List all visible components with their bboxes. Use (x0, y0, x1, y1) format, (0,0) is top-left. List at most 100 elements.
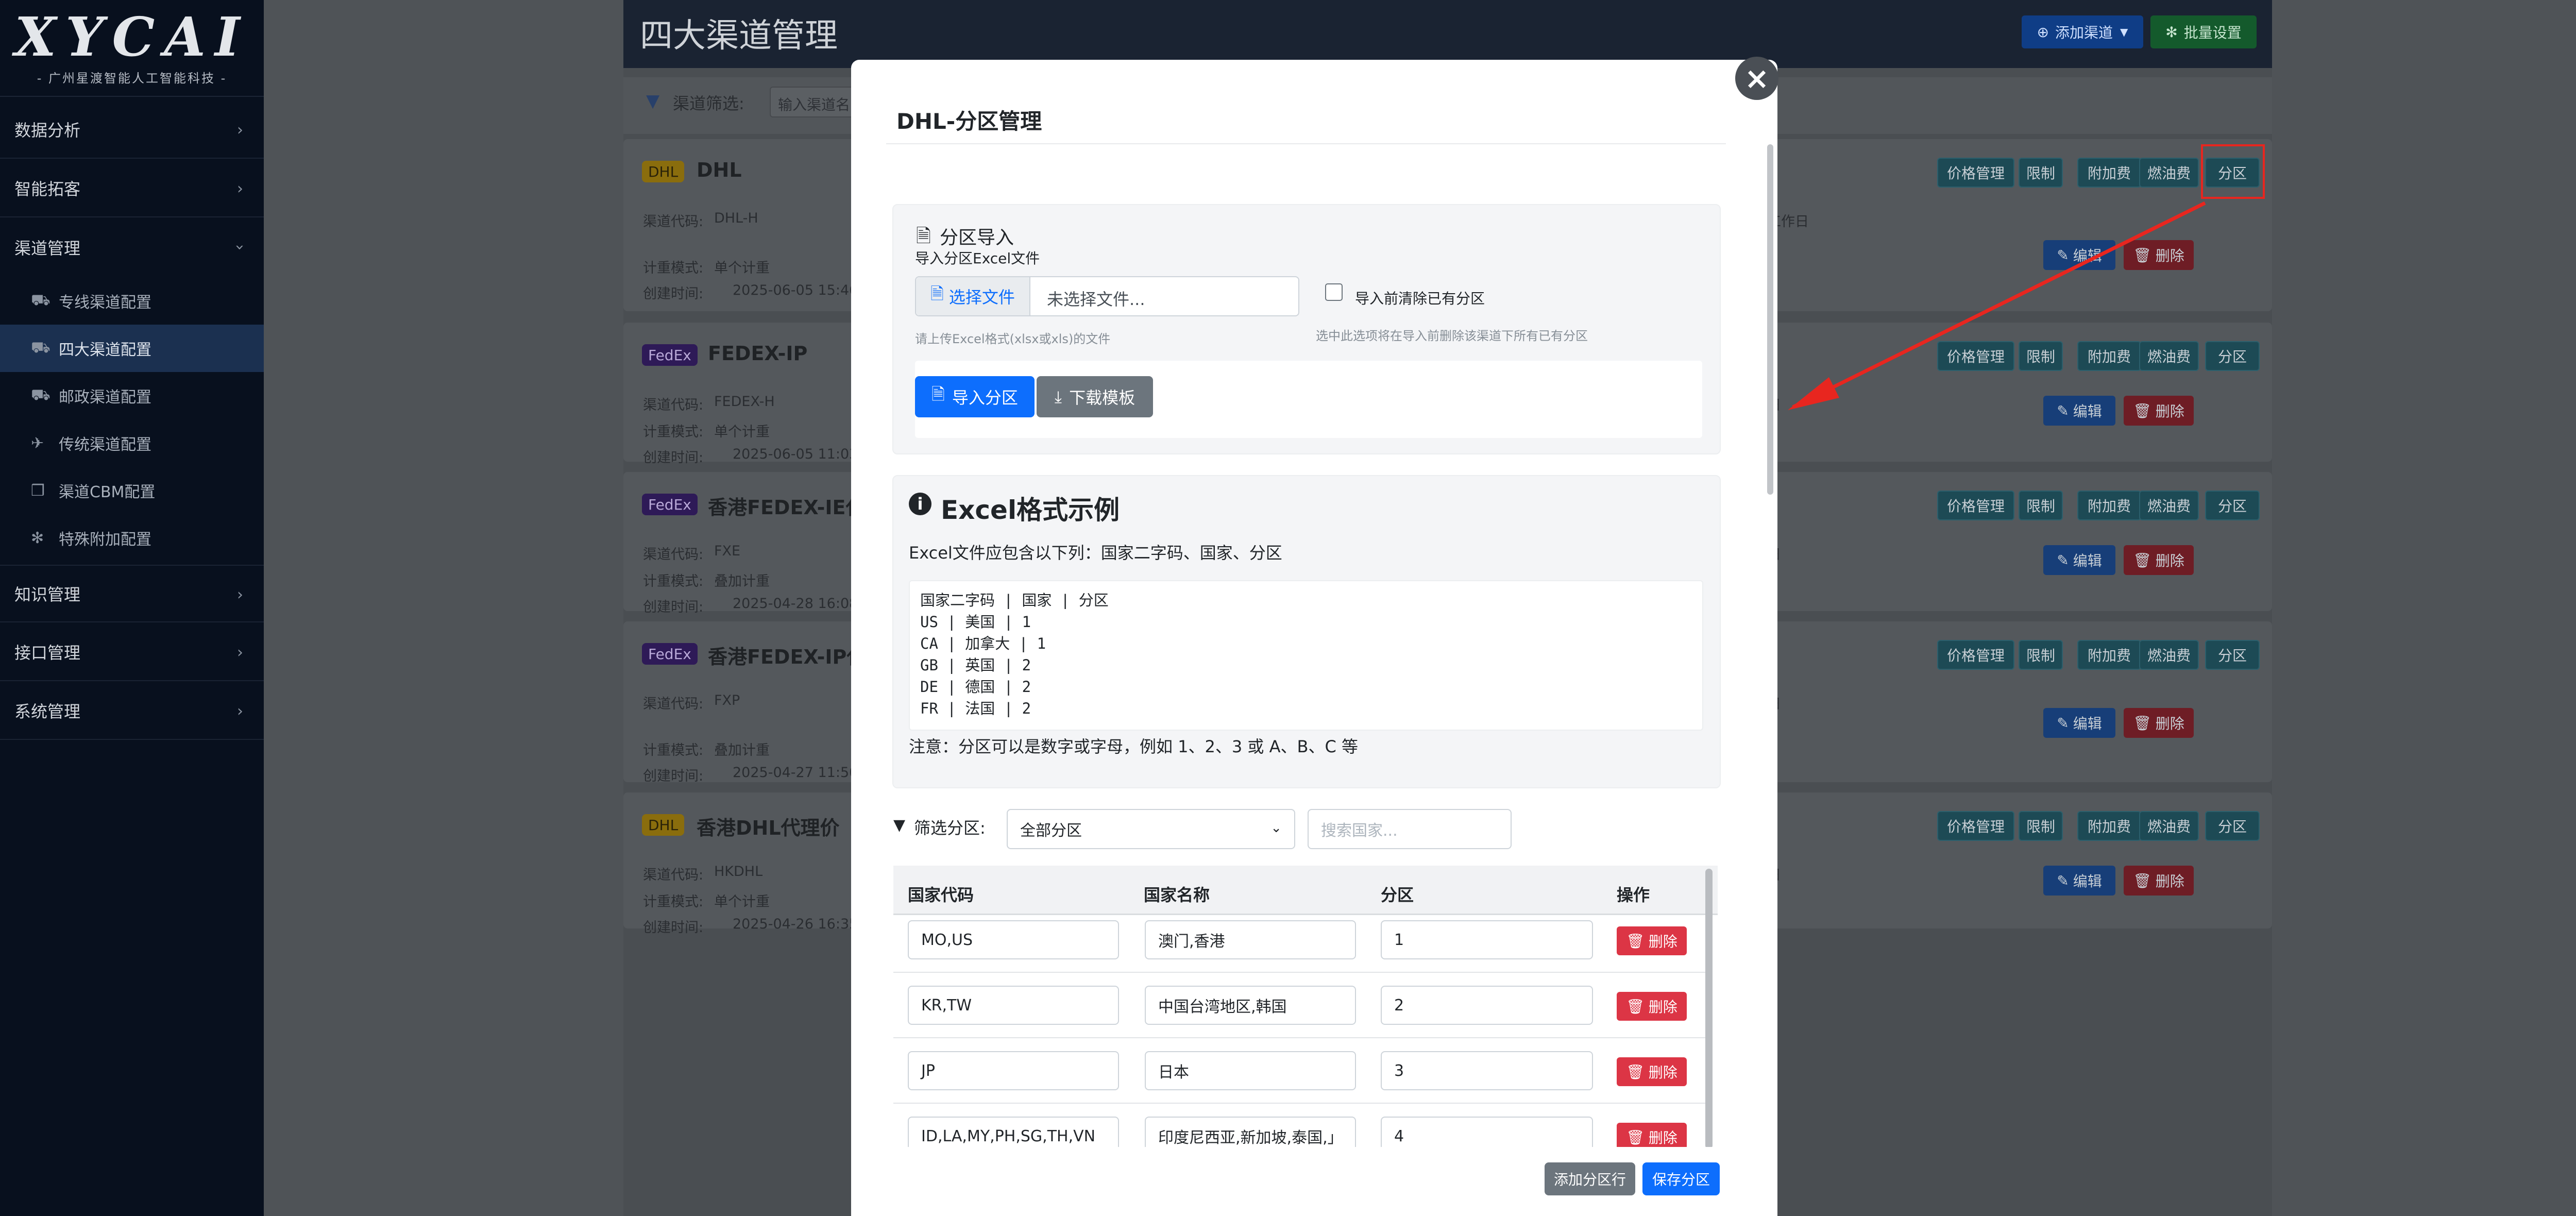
truck-icon: ⛟ (31, 291, 50, 309)
nav-channel-management[interactable]: 渠道管理 › (0, 218, 264, 276)
zone-input[interactable]: 1 (1381, 920, 1593, 959)
weight-mode: 叠加计重 (714, 573, 770, 589)
nav-label: 知识管理 (14, 585, 81, 604)
close-button[interactable]: × (1735, 57, 1778, 100)
limit-button[interactable]: 限制 (2019, 811, 2063, 841)
example-line: 国家二字码 | 国家 | 分区 (920, 592, 1109, 609)
zone-button[interactable]: 分区 (2205, 491, 2260, 520)
edit-button[interactable]: ✎ 编辑 (2043, 866, 2115, 896)
zone-button[interactable]: 分区 (2205, 640, 2260, 670)
nav-big-four-channel[interactable]: ⛟ 四大渠道配置 (0, 325, 264, 372)
delete-row-button[interactable]: 🗑 删除 (1617, 926, 1687, 955)
zone-button[interactable]: 分区 (2205, 811, 2260, 841)
nav-knowledge-management[interactable]: 知识管理 › (0, 565, 264, 622)
file-help-text: 请上传Excel格式(xlsx或xls)的文件 (915, 332, 1111, 346)
nav-smart-prospecting[interactable]: 智能拓客 › (0, 160, 264, 217)
example-line: GB | 英国 | 2 (920, 656, 1031, 674)
surcharge-button[interactable]: 附加费 (2077, 640, 2141, 670)
price-button[interactable]: 价格管理 (1937, 158, 2014, 188)
delete-row-button[interactable]: 🗑 删除 (1617, 1057, 1687, 1086)
nav-traditional-channel[interactable]: ✈ 传统渠道配置 (0, 419, 264, 467)
choose-file-label: 选择文件 (948, 288, 1015, 307)
weight-mode: 单个计重 (714, 894, 770, 910)
country-code-input[interactable]: JP (908, 1051, 1119, 1090)
zone-input[interactable]: 3 (1381, 1051, 1593, 1090)
limit-label: 限制 (2026, 818, 2055, 835)
surcharge-button[interactable]: 附加费 (2077, 158, 2141, 188)
fuel-label: 燃油费 (2147, 647, 2191, 664)
channel-filter-input[interactable]: 输入渠道名 (770, 87, 862, 117)
chevron-right-icon: › (237, 643, 243, 662)
logo: XYCAI (14, 5, 249, 69)
nav-data-analysis[interactable]: 数据分析 › (0, 101, 264, 159)
fuel-button[interactable]: 燃油费 (2139, 158, 2199, 188)
chevron-right-icon: › (237, 585, 243, 604)
edit-button[interactable]: ✎ 编辑 (2043, 545, 2115, 575)
country-name-input[interactable]: 中国台湾地区,韩国 (1145, 986, 1356, 1025)
limit-label: 限制 (2026, 165, 2055, 182)
download-template-button[interactable]: ⤓ 下载模板 (1037, 376, 1153, 417)
limit-button[interactable]: 限制 (2019, 491, 2063, 520)
choose-file-button[interactable]: 🗎 选择文件 (916, 277, 1030, 315)
carrier-badge: DHL (642, 814, 685, 836)
nav-dedicated-channel[interactable]: ⛟ 专线渠道配置 (0, 277, 264, 325)
zone-input[interactable]: 2 (1381, 986, 1593, 1025)
zone-value: 4 (1394, 1127, 1404, 1145)
country-code-input[interactable]: MO,US (908, 920, 1119, 959)
nav-api-management[interactable]: 接口管理 › (0, 623, 264, 681)
delete-button[interactable]: 🗑 删除 (2124, 708, 2194, 738)
fuel-button[interactable]: 燃油费 (2139, 491, 2199, 520)
chevron-right-icon: › (237, 179, 243, 198)
table-scrollbar[interactable] (1705, 869, 1713, 1149)
fuel-button[interactable]: 燃油费 (2139, 811, 2199, 841)
carrier-badge: FedEx (642, 344, 698, 366)
logo-area: XYCAI - 广州星渡智能人工智能科技 - (0, 0, 264, 97)
add-zone-row-button[interactable]: 添加分区行 (1545, 1162, 1635, 1195)
surcharge-label: 附加费 (2087, 647, 2131, 664)
import-subtitle: 导入分区Excel文件 (915, 250, 1040, 267)
fuel-label: 燃油费 (2147, 818, 2191, 835)
limit-button[interactable]: 限制 (2019, 158, 2063, 188)
channel-name: FEDEX-IP (708, 342, 808, 365)
country-name-input[interactable]: 澳门,香港 (1145, 920, 1356, 959)
edit-icon: ✎ (2057, 872, 2069, 889)
country-code-input[interactable]: KR,TW (908, 986, 1119, 1025)
surcharge-label: 附加费 (2087, 498, 2131, 515)
fuel-button[interactable]: 燃油费 (2139, 640, 2199, 670)
surcharge-button[interactable]: 附加费 (2077, 811, 2141, 841)
country-name-input[interactable]: 日本 (1145, 1051, 1356, 1090)
created-time-label: 创建时间: (643, 768, 704, 784)
clear-existing-checkbox[interactable] (1325, 283, 1343, 301)
delete-button[interactable]: 🗑 删除 (2124, 866, 2194, 896)
zone-filter-select[interactable]: 全部分区 ⌄ (1007, 809, 1295, 849)
zone-value: 3 (1394, 1061, 1404, 1080)
trash-icon: 🗑 (2133, 714, 2151, 732)
delete-button[interactable]: 🗑 删除 (2124, 545, 2194, 575)
country-name-value: 印度尼西亚,新加坡,泰国,」 (1158, 1129, 1343, 1147)
batch-settings-button[interactable]: ✻ 批量设置 (2150, 15, 2257, 48)
trash-icon: 🗑 (1626, 998, 1645, 1015)
country-search-input[interactable]: 搜索国家... (1308, 809, 1512, 849)
surcharge-label: 附加费 (2087, 818, 2131, 835)
nav-label: 系统管理 (14, 702, 81, 721)
channel-code-label: 渠道代码: (643, 696, 704, 712)
nav-postal-channel[interactable]: ⛟ 邮政渠道配置 (0, 372, 264, 419)
nav-special-surcharge[interactable]: ✻ 特殊附加配置 (0, 514, 264, 562)
price-button[interactable]: 价格管理 (1937, 640, 2014, 670)
price-button[interactable]: 价格管理 (1937, 811, 2014, 841)
surcharge-button[interactable]: 附加费 (2077, 491, 2141, 520)
save-zones-button[interactable]: 保存分区 (1642, 1162, 1720, 1195)
delete-row-button[interactable]: 🗑 删除 (1617, 992, 1687, 1021)
import-zones-button[interactable]: 🗎 导入分区 (915, 376, 1035, 417)
modal-scrollbar[interactable] (1767, 144, 1773, 495)
edit-button[interactable]: ✎ 编辑 (2043, 708, 2115, 738)
nav-system-management[interactable]: 系统管理 › (0, 682, 264, 740)
file-icon: 🗎 (930, 284, 944, 303)
nav-label: 渠道管理 (14, 239, 81, 258)
add-channel-button[interactable]: ⊕ 添加渠道 ▼ (2022, 15, 2143, 48)
nav-cbm-channel[interactable]: ❒ 渠道CBM配置 (0, 467, 264, 514)
download-template-label: 下载模板 (1069, 388, 1136, 408)
limit-button[interactable]: 限制 (2019, 640, 2063, 670)
price-button[interactable]: 价格管理 (1937, 491, 2014, 520)
trash-icon: 🗑 (2133, 872, 2151, 889)
